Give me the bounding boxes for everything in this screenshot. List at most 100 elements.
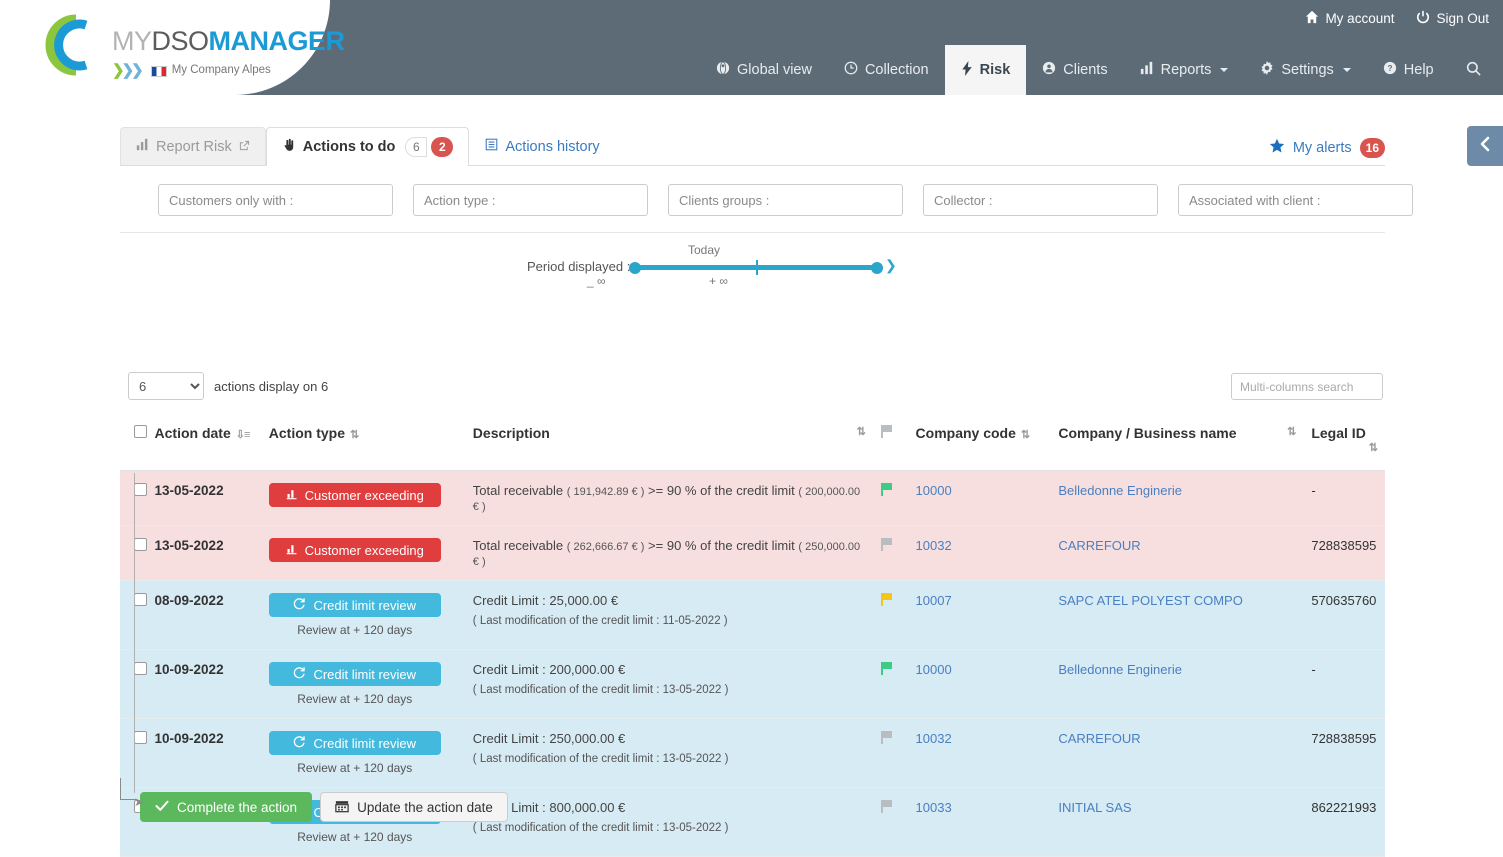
rows-per-page-control: 6 actions display on 6 xyxy=(128,372,328,400)
filter-associated-with-client[interactable] xyxy=(1178,184,1413,216)
table-row[interactable]: 08-09-2022 Credit limit review Review at… xyxy=(120,580,1385,650)
sign-out-link[interactable]: Sign Out xyxy=(1416,10,1489,27)
rows-per-page-select[interactable]: 6 xyxy=(128,372,204,400)
row-checkbox[interactable] xyxy=(134,662,147,675)
multi-columns-search-input[interactable] xyxy=(1231,373,1383,400)
table-row[interactable]: 13-05-2022 Customer exceeding Total rece… xyxy=(120,525,1385,581)
cell-action-type: Credit limit review Review at + 120 days xyxy=(261,650,465,719)
table-row[interactable]: 13-05-2022 Customer exceeding Total rece… xyxy=(120,470,1385,526)
cell-action-date: 08-09-2022 xyxy=(154,593,224,608)
action-type-label: Credit limit review xyxy=(313,666,417,682)
sort-icon[interactable]: ⇅ xyxy=(1287,425,1296,438)
tab-actions-to-do[interactable]: Actions to do 6 2 xyxy=(265,127,470,166)
today-tick xyxy=(756,260,758,275)
filter-action-type[interactable] xyxy=(413,184,648,216)
cell-flag[interactable] xyxy=(873,650,908,719)
row-checkbox[interactable] xyxy=(134,483,147,496)
my-alerts-link[interactable]: My alerts 16 xyxy=(1269,138,1385,158)
cell-flag[interactable] xyxy=(873,526,908,581)
row-checkbox[interactable] xyxy=(134,593,147,606)
nav-item-collection[interactable]: Collection xyxy=(828,45,945,95)
company-name-link[interactable]: SAPC ATEL POLYEST COMPO xyxy=(1058,593,1242,608)
table-row[interactable]: 10-09-2022 Credit limit review Review at… xyxy=(120,718,1385,788)
company-code-link[interactable]: 10032 xyxy=(916,731,952,746)
france-flag-icon xyxy=(150,65,167,77)
filter-collector[interactable] xyxy=(923,184,1158,216)
cell-flag[interactable] xyxy=(873,471,908,526)
company-code-link[interactable]: 10000 xyxy=(916,662,952,677)
company-code-link[interactable]: 10000 xyxy=(916,483,952,498)
nav-item-reports[interactable]: Reports xyxy=(1124,45,1245,95)
table-header-row: Action date ⇩≡ Action type ⇅ Description ⇅ … xyxy=(120,413,1385,471)
header-flag[interactable] xyxy=(872,413,908,471)
company-code-link[interactable]: 10033 xyxy=(916,800,952,815)
sort-icon[interactable]: ⇅ xyxy=(350,429,359,441)
complete-the-action-button[interactable]: Complete the action xyxy=(140,792,313,822)
nav-item-global-view[interactable]: Global view xyxy=(700,45,828,95)
logo-swirl-icon xyxy=(30,14,108,76)
select-all-checkbox[interactable] xyxy=(134,425,147,438)
sort-icon[interactable]: ⇅ xyxy=(1021,429,1030,441)
row-checkbox[interactable] xyxy=(134,731,147,744)
header-company-code[interactable]: Company code ⇅ xyxy=(907,413,1051,471)
action-type-pill[interactable]: Customer exceeding xyxy=(268,483,441,507)
cell-flag[interactable] xyxy=(873,581,908,650)
desc-prefix: Credit Limit : 25,000.00 € xyxy=(472,593,619,608)
company-name-link[interactable]: INITIAL SAS xyxy=(1058,800,1131,815)
flag-icon xyxy=(880,800,893,813)
company-code-link[interactable]: 10032 xyxy=(916,538,952,553)
period-slider-handle-left[interactable] xyxy=(629,261,641,274)
filter-clients-groups[interactable] xyxy=(668,184,903,216)
company-name-link[interactable]: Belledonne Enginerie xyxy=(1058,483,1182,498)
sort-icon[interactable]: ⇅ xyxy=(857,425,866,438)
period-slider-handle-right[interactable] xyxy=(871,261,883,274)
company-name-link[interactable]: Belledonne Enginerie xyxy=(1058,662,1182,677)
header-legal-id[interactable]: Legal ID ⇅ xyxy=(1303,413,1385,471)
nav-item-clients[interactable]: Clients xyxy=(1026,45,1123,95)
action-type-pill[interactable]: Credit limit review xyxy=(268,731,441,755)
update-the-action-date-label: Update the action date xyxy=(357,799,493,815)
chart-icon xyxy=(286,543,298,558)
cell-flag[interactable] xyxy=(873,719,908,788)
row-checkbox[interactable] xyxy=(134,538,147,551)
filter-customers-only-with[interactable] xyxy=(158,184,393,216)
nav-item-settings[interactable]: Settings xyxy=(1244,45,1366,95)
nav-item-help[interactable]: ? Help xyxy=(1367,45,1450,95)
company-code-link[interactable]: 10007 xyxy=(916,593,952,608)
header-action-date[interactable]: Action date ⇩≡ xyxy=(146,413,261,471)
desc-sub: ( Last modification of the credit limit … xyxy=(472,753,729,765)
cell-company-code: 10000 xyxy=(908,471,1051,526)
action-type-pill[interactable]: Customer exceeding xyxy=(268,538,441,562)
nav-item-risk[interactable]: Risk xyxy=(944,45,1027,95)
sort-desc-alpha-icon[interactable]: ⇩≡ xyxy=(236,429,251,441)
bar-chart-icon xyxy=(1140,61,1154,79)
cell-legal-id: - xyxy=(1311,662,1316,677)
chevron-down-icon xyxy=(1342,68,1351,72)
action-type-note: Review at + 120 days xyxy=(297,830,413,844)
header-description[interactable]: Description ⇅ xyxy=(464,413,873,471)
my-account-link[interactable]: My account xyxy=(1305,10,1394,27)
cell-company-code: 10033 xyxy=(908,788,1051,857)
brand-logo[interactable]: MYDSOMANAGER ❯❯❯ My Company Alpes xyxy=(30,14,345,79)
nav-label-global-view: Global view xyxy=(737,62,812,78)
header-action-type[interactable]: Action type ⇅ xyxy=(260,413,465,471)
period-slider-track[interactable] xyxy=(629,260,883,275)
tab-label-actions-to-do: Actions to do xyxy=(302,139,396,155)
update-the-action-date-button[interactable]: Update the action date xyxy=(320,792,508,822)
slider-next-arrow-icon[interactable]: ❯ xyxy=(885,257,897,274)
tab-actions-history[interactable]: Actions history xyxy=(469,127,615,165)
company-name-link[interactable]: CARREFOUR xyxy=(1058,538,1140,553)
period-min-label: _ ∞ xyxy=(587,274,606,288)
table-row[interactable]: 10-09-2022 Credit limit review Review at… xyxy=(120,649,1385,719)
actions-table-wrapper: Action date ⇩≡ Action type ⇅ Description ⇅ … xyxy=(120,413,1385,857)
company-name-link[interactable]: CARREFOUR xyxy=(1058,731,1140,746)
cell-action-date: 13-05-2022 xyxy=(154,538,224,553)
cell-flag[interactable] xyxy=(873,788,908,857)
sort-icon[interactable]: ⇅ xyxy=(1369,441,1378,454)
action-type-pill[interactable]: Credit limit review xyxy=(268,593,441,617)
action-type-pill[interactable]: Credit limit review xyxy=(268,662,441,686)
collapse-panel-button[interactable] xyxy=(1467,126,1503,166)
nav-item-search[interactable] xyxy=(1450,45,1497,95)
header-company-name[interactable]: Company / Business name ⇅ xyxy=(1050,413,1304,471)
tab-report-risk[interactable]: Report Risk xyxy=(120,127,266,165)
